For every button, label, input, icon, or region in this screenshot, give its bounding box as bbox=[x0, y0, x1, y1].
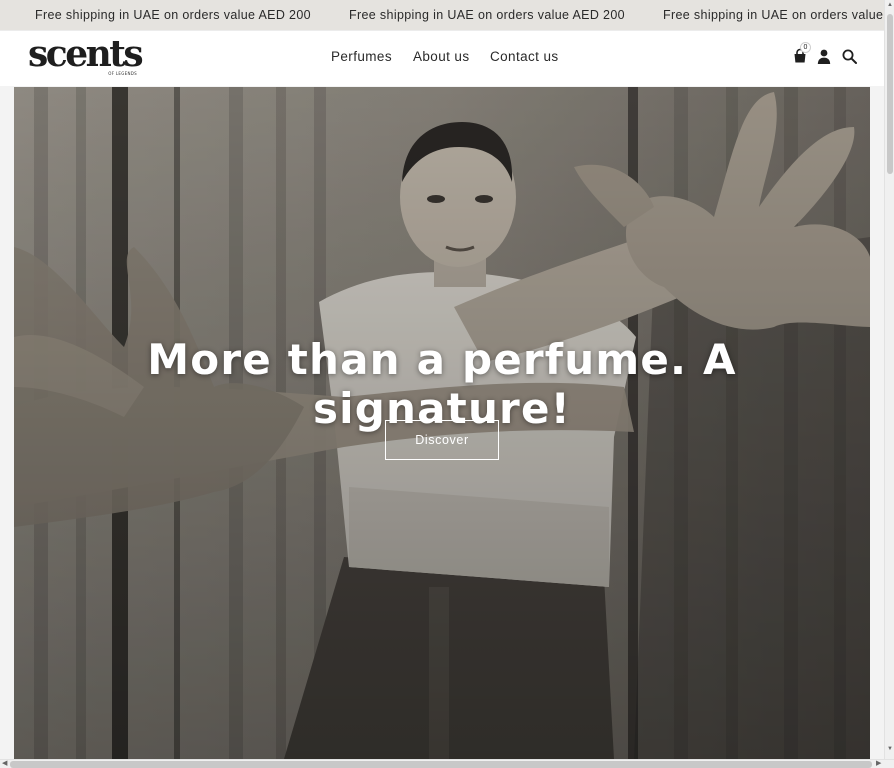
vertical-scroll-thumb[interactable] bbox=[887, 14, 893, 174]
logo-subtext: OF LEGENDS bbox=[108, 71, 137, 76]
hero-banner: More than a perfume. A signature! Discov… bbox=[14, 87, 870, 759]
scroll-right-arrow-icon[interactable]: ▶ bbox=[876, 759, 881, 767]
announcement-message: Free shipping in UAE on orders value AED… bbox=[35, 8, 311, 22]
scroll-up-arrow-icon[interactable]: ▲ bbox=[887, 2, 893, 8]
announcement-message: Free shipping in UAE on orders value AED… bbox=[349, 8, 625, 22]
horizontal-scroll-thumb[interactable] bbox=[10, 761, 872, 768]
logo-text: scents bbox=[28, 33, 144, 75]
horizontal-scrollbar[interactable]: ◀ ▶ bbox=[0, 759, 894, 768]
nav-about-us[interactable]: About us bbox=[413, 49, 470, 64]
search-icon[interactable] bbox=[842, 49, 857, 64]
cart-count-badge: 0 bbox=[800, 42, 811, 53]
announcement-message: Free shipping in UAE on orders value AED… bbox=[663, 8, 884, 22]
logo[interactable]: scents OF LEGENDS bbox=[28, 33, 144, 79]
hero-headline: More than a perfume. A signature! bbox=[147, 335, 737, 433]
discover-button[interactable]: Discover bbox=[385, 420, 499, 460]
nav-perfumes[interactable]: Perfumes bbox=[331, 49, 392, 64]
scroll-down-arrow-icon[interactable]: ▼ bbox=[887, 746, 893, 752]
nav-contact-us[interactable]: Contact us bbox=[490, 49, 559, 64]
scroll-left-arrow-icon[interactable]: ◀ bbox=[2, 759, 7, 767]
user-icon[interactable] bbox=[817, 49, 831, 64]
site-header: scents OF LEGENDS Perfumes About us Cont… bbox=[0, 30, 884, 86]
announcement-bar: Free shipping in UAE on orders value AED… bbox=[0, 0, 884, 30]
vertical-scrollbar[interactable]: ▲ ▼ bbox=[884, 0, 894, 759]
